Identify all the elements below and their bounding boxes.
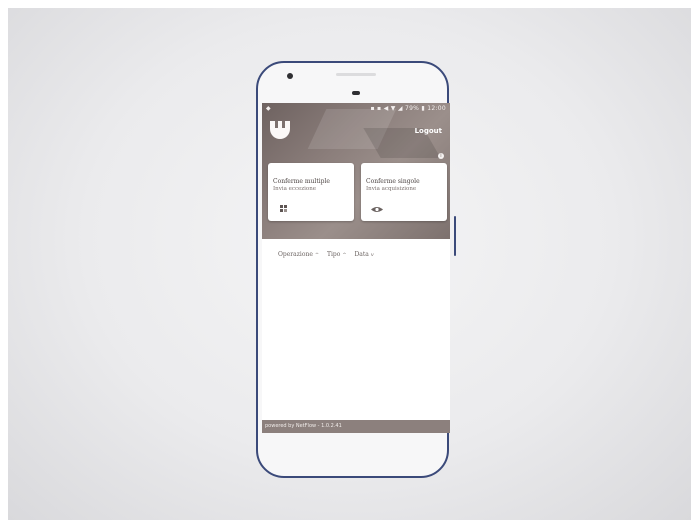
status-bar: ◆ ▪ ▪ ◀ ▼ ◢ 79% ▮ 12:00: [262, 103, 450, 115]
sort-filters: Operazione ^ Tipo ^ Data v: [278, 251, 380, 258]
logout-button[interactable]: Logout: [415, 127, 442, 135]
card-title: Conferme singole: [366, 178, 420, 185]
card-single-confirmations[interactable]: Conferme singole Invia acquisizione: [361, 163, 447, 221]
footer-bar: powered by NetFlow - 1.0.2.41: [262, 420, 450, 433]
chevron-down-icon: v: [370, 252, 374, 258]
card-title: Conferme multiple: [273, 178, 330, 185]
card-subtitle: Invia acquisizione: [366, 186, 417, 192]
filter-tipo[interactable]: Tipo ^: [327, 251, 347, 258]
proximity-sensor: [352, 91, 360, 95]
front-camera: [287, 73, 293, 79]
status-left: ◆: [266, 105, 271, 112]
info-icon[interactable]: i: [438, 153, 444, 159]
status-right: ▪ ▪ ◀ ▼ ◢ 79% ▮ 12:00: [370, 105, 446, 112]
power-button: [454, 216, 456, 256]
brand-logo: [270, 121, 290, 139]
chevron-up-icon: ^: [314, 252, 320, 258]
earpiece-speaker: [336, 73, 376, 76]
filter-operazione[interactable]: Operazione ^: [278, 251, 319, 258]
card-multiple-confirmations[interactable]: Conferme multiple Invia eccezione: [268, 163, 354, 221]
card-subtitle: Invia eccezione: [273, 186, 317, 192]
app-screen: ◆ ▪ ▪ ◀ ▼ ◢ 79% ▮ 12:00 Logout i Conferm…: [262, 103, 450, 433]
header-banner: ◆ ▪ ▪ ◀ ▼ ◢ 79% ▮ 12:00 Logout i Conferm…: [262, 103, 450, 239]
eye-icon: [371, 207, 383, 212]
filter-data[interactable]: Data v: [355, 251, 374, 258]
grid-icon: [280, 205, 288, 213]
chevron-up-icon: ^: [342, 252, 347, 258]
